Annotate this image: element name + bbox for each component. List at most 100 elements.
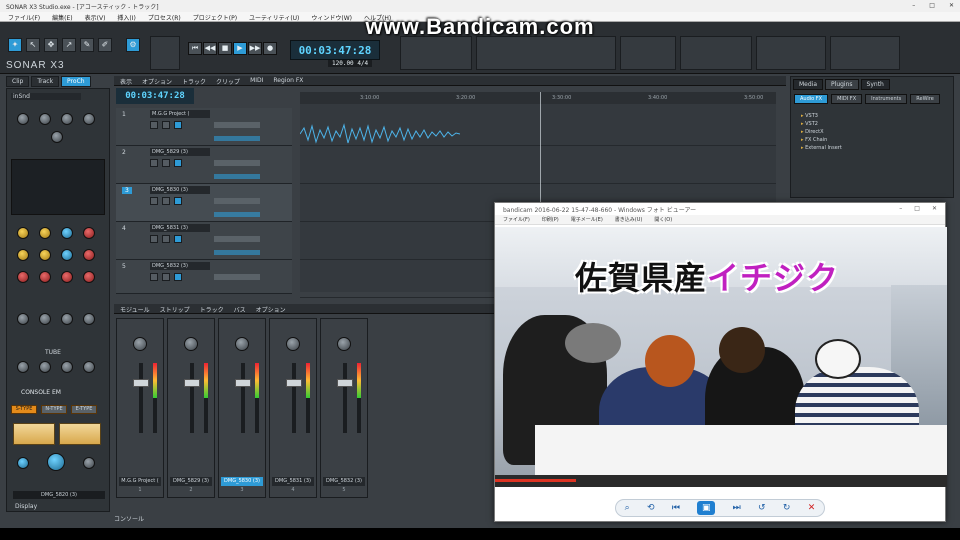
track-row[interactable]: 2 DMG_5829 (3) <box>116 146 292 184</box>
track-row[interactable]: 3 DMG_5830 (3) <box>116 184 292 222</box>
e-type-button[interactable]: E-TYPE <box>71 405 97 414</box>
rotate-left-icon[interactable]: ↺ <box>758 503 766 513</box>
close-button[interactable]: ✕ <box>932 205 937 213</box>
previous-icon[interactable]: ⏮ <box>672 503 680 513</box>
trackview-menu-tracks[interactable]: トラック <box>182 77 206 86</box>
edit-tool-icon[interactable]: ↗ <box>62 38 76 52</box>
volume-slider[interactable] <box>214 122 260 128</box>
console-menu-buses[interactable]: バス <box>234 305 246 314</box>
eq-knob-5[interactable] <box>17 249 29 261</box>
strip-fader[interactable] <box>190 363 194 433</box>
eq-knob-11[interactable] <box>61 271 73 283</box>
strip-pan-knob[interactable] <box>184 337 198 351</box>
trackview-menu-options[interactable]: オプション <box>142 77 172 86</box>
strip-fader-handle[interactable] <box>337 379 353 387</box>
solo-button[interactable] <box>162 121 170 129</box>
console-menu-tracks[interactable]: トラック <box>200 305 224 314</box>
console-menu-modules[interactable]: モジュール <box>120 305 150 314</box>
strip-pan-knob[interactable] <box>286 337 300 351</box>
display-label[interactable]: Display <box>15 503 37 510</box>
console-drive-knob[interactable] <box>47 453 65 471</box>
tube-knob-2[interactable] <box>39 361 51 373</box>
console-trim-knob[interactable] <box>17 457 29 469</box>
draw-tool-icon[interactable]: ✎ <box>80 38 94 52</box>
pv-menu-file[interactable]: ファイル(F) <box>503 216 530 223</box>
next-icon[interactable]: ⏭ <box>733 503 741 513</box>
comp-knob-1[interactable] <box>17 313 29 325</box>
pan-knob[interactable] <box>83 113 95 125</box>
zoom-icon[interactable]: ⌕ <box>625 503 630 513</box>
tab-prochannel[interactable]: ProCh <box>61 76 91 87</box>
console-tab[interactable]: コンソール <box>114 514 234 524</box>
phase-knob[interactable] <box>39 113 51 125</box>
strip-name[interactable]: DMG_5829 (3) <box>170 477 212 486</box>
tree-item-directx[interactable]: DirectX <box>801 128 943 136</box>
strip-fader[interactable] <box>139 363 143 433</box>
close-button[interactable]: ✕ <box>949 2 954 10</box>
tab-audio-fx[interactable]: Audio FX <box>794 94 829 104</box>
tube-knob-4[interactable] <box>83 361 95 373</box>
mute-button[interactable] <box>150 159 158 167</box>
eq-graph[interactable] <box>11 159 105 215</box>
rewind-button[interactable]: ◀◀ <box>203 42 217 55</box>
track-row[interactable]: 4 DMG_5831 (3) <box>116 222 292 260</box>
track-name[interactable]: DMG_5832 (3) <box>150 262 210 270</box>
tree-item-vst3[interactable]: VST3 <box>801 112 943 120</box>
volume-slider[interactable] <box>214 236 260 242</box>
strip-name[interactable]: DMG_5831 (3) <box>272 477 314 486</box>
trackview-menu-view[interactable]: 表示 <box>120 77 132 86</box>
strip-fader-handle[interactable] <box>235 379 251 387</box>
track-name[interactable]: DMG_5831 (3) <box>150 224 210 232</box>
transport-clock[interactable]: 00:03:47:28 <box>290 40 380 60</box>
trackview-menu-midi[interactable]: MIDI <box>250 77 263 84</box>
strip-fader-handle[interactable] <box>286 379 302 387</box>
slideshow-icon[interactable]: ▣ <box>697 501 716 515</box>
eq-knob-2[interactable] <box>39 227 51 239</box>
track-name[interactable]: DMG_5829 (3) <box>150 148 210 156</box>
strip-fader[interactable] <box>343 363 347 433</box>
strip-name[interactable]: M.G.G Project ( <box>119 477 161 486</box>
track-lane[interactable] <box>300 108 776 146</box>
select-tool-icon[interactable]: ↖ <box>26 38 40 52</box>
record-arm-button[interactable] <box>174 273 182 281</box>
s-type-button[interactable]: S-TYPE <box>11 405 37 414</box>
solo-button[interactable] <box>162 159 170 167</box>
width-knob[interactable] <box>61 113 73 125</box>
strip-fader[interactable] <box>292 363 296 433</box>
actual-size-icon[interactable]: ⟲ <box>647 503 655 513</box>
strip-fader-handle[interactable] <box>184 379 200 387</box>
solo-button[interactable] <box>162 197 170 205</box>
track-name[interactable]: M.G.G Project ( <box>150 110 210 118</box>
strip-fader-handle[interactable] <box>133 379 149 387</box>
minimize-button[interactable]: – <box>899 205 902 213</box>
track-row[interactable]: 1 M.G.G Project ( <box>116 108 292 146</box>
eq-knob-8[interactable] <box>83 249 95 261</box>
tree-item-vst2[interactable]: VST2 <box>801 120 943 128</box>
tab-synth[interactable]: Synth <box>860 79 890 90</box>
strip-pan-knob[interactable] <box>235 337 249 351</box>
eq-knob-10[interactable] <box>39 271 51 283</box>
move-tool-icon[interactable]: ✥ <box>44 38 58 52</box>
inspector-strip-name[interactable]: DMG_5820 (3) <box>13 491 105 499</box>
gain-knob[interactable] <box>17 113 29 125</box>
erase-tool-icon[interactable]: ✐ <box>98 38 112 52</box>
pan-slider[interactable] <box>214 212 260 217</box>
pan-slider[interactable] <box>214 174 260 179</box>
rewind-start-button[interactable]: ⏮ <box>188 42 202 55</box>
mute-button[interactable] <box>150 197 158 205</box>
mute-button[interactable] <box>150 273 158 281</box>
mute-button[interactable] <box>150 235 158 243</box>
now-time-display[interactable]: 00:03:47:28 <box>116 88 194 104</box>
console-menu-strips[interactable]: ストリップ <box>160 305 190 314</box>
snap-icon[interactable]: ⚙ <box>126 38 140 52</box>
strip-fader[interactable] <box>241 363 245 433</box>
delete-icon[interactable]: ✕ <box>808 503 816 513</box>
tab-media[interactable]: Media <box>793 79 824 90</box>
tab-instruments[interactable]: Instruments <box>865 94 908 104</box>
rotate-right-icon[interactable]: ↻ <box>783 503 791 513</box>
strip-name[interactable]: DMG_5830 (3) <box>221 477 263 486</box>
comp-knob-4[interactable] <box>83 313 95 325</box>
maximize-button[interactable]: □ <box>929 2 935 10</box>
tab-rewire[interactable]: ReWire <box>910 94 940 104</box>
fast-forward-button[interactable]: ▶▶ <box>248 42 262 55</box>
